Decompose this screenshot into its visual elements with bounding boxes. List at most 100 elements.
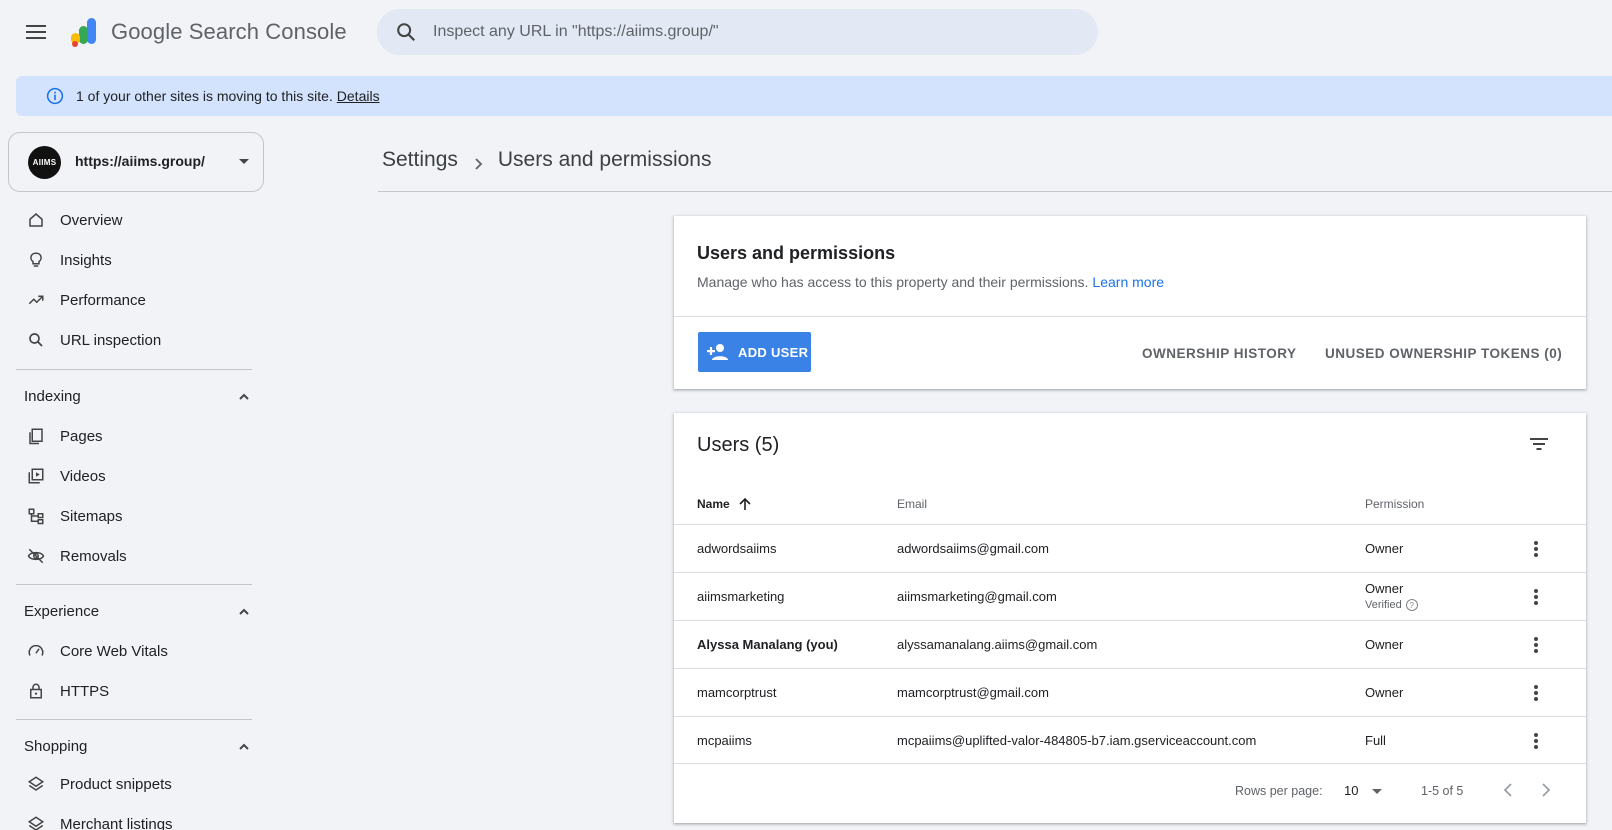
sidebar-item-overview[interactable]: Overview: [16, 202, 256, 238]
app-title-google: Google: [111, 19, 183, 44]
sidebar-item-insights[interactable]: Insights: [16, 242, 256, 278]
section-experience[interactable]: Experience: [16, 593, 256, 629]
user-permission: Owner: [1365, 685, 1404, 700]
card-divider: [674, 316, 1586, 317]
table-row: mamcorptrust mamcorptrust@gmail.com Owne…: [674, 668, 1586, 716]
video-library-icon: [26, 466, 46, 486]
column-header-permission[interactable]: Permission: [1365, 497, 1424, 511]
user-permission: Owner: [1365, 541, 1404, 556]
sidebar-item-sitemaps[interactable]: Sitemaps: [16, 498, 256, 534]
info-icon: [46, 87, 64, 105]
more-vert-icon[interactable]: [1524, 633, 1548, 657]
filter-icon[interactable]: [1526, 431, 1552, 457]
sidebar-item-removals[interactable]: Removals: [16, 538, 256, 574]
sidebar-item-label: Removals: [60, 547, 127, 565]
column-header-email[interactable]: Email: [897, 497, 927, 511]
user-name: adwordsaiims: [697, 541, 777, 556]
sidebar-item-url-inspection[interactable]: URL inspection: [16, 322, 256, 358]
chevron-up-icon: [238, 740, 250, 752]
dropdown-caret-icon[interactable]: [1372, 789, 1382, 794]
info-banner: 1 of your other sites is moving to this …: [16, 76, 1612, 116]
user-permission: Owner: [1365, 581, 1404, 596]
user-email: aiimsmarketing@gmail.com: [897, 589, 1057, 604]
verified-label: Verified: [1365, 599, 1402, 611]
unused-tokens-button[interactable]: UNUSED OWNERSHIP TOKENS (0): [1325, 346, 1562, 361]
chevron-up-icon: [238, 390, 250, 402]
ownership-history-button[interactable]: OWNERSHIP HISTORY: [1142, 346, 1297, 361]
url-inspect-search[interactable]: [377, 9, 1098, 55]
user-name: aiimsmarketing: [697, 589, 785, 604]
card-title: Users and permissions: [697, 243, 896, 263]
add-user-button[interactable]: ADD USER: [698, 332, 811, 372]
user-permission: Full: [1365, 733, 1386, 748]
pages-icon: [26, 426, 46, 446]
home-icon: [26, 210, 46, 230]
sidebar-item-pages[interactable]: Pages: [16, 418, 256, 454]
card-description-text: Manage who has access to this property a…: [697, 274, 1089, 290]
table-pagination: Rows per page: 10 1-5 of 5: [674, 763, 1586, 811]
more-vert-icon[interactable]: [1524, 537, 1548, 561]
users-card: Users (5) Name Email Permission adwordsa…: [674, 413, 1586, 823]
sidebar-item-label: Pages: [60, 427, 103, 445]
more-vert-icon[interactable]: [1524, 729, 1548, 753]
user-permission: Owner: [1365, 637, 1404, 652]
rows-per-page-label: Rows per page:: [1235, 784, 1323, 798]
sidebar-item-label: Sitemaps: [60, 507, 123, 525]
sidebar-item-product-snippets[interactable]: Product snippets: [16, 766, 256, 802]
hamburger-menu-icon[interactable]: [22, 18, 50, 46]
section-label: Indexing: [24, 387, 81, 405]
sidebar-item-label: Overview: [60, 211, 123, 229]
help-icon[interactable]: ?: [1405, 599, 1418, 611]
visibility-off-icon: [26, 546, 46, 566]
section-label: Shopping: [24, 737, 88, 755]
column-name-label: Name: [697, 497, 730, 511]
more-vert-icon[interactable]: [1524, 585, 1548, 609]
chevron-right-icon[interactable]: [1534, 778, 1558, 802]
arrow-up-icon: [738, 497, 752, 511]
chevron-right-icon: [472, 153, 486, 170]
app-title: Google Search Console: [111, 19, 347, 45]
section-indexing[interactable]: Indexing: [16, 378, 256, 414]
sidebar-item-label: URL inspection: [60, 331, 162, 349]
sidebar-item-videos[interactable]: Videos: [16, 458, 256, 494]
banner-text: 1 of your other sites is moving to this …: [76, 88, 333, 104]
sidebar-item-https[interactable]: HTTPS: [16, 673, 256, 709]
person-add-icon: [706, 340, 730, 364]
section-label: Experience: [24, 602, 100, 620]
dropdown-caret-icon: [239, 159, 249, 164]
banner-details-link[interactable]: Details: [337, 88, 380, 104]
search-icon: [26, 330, 46, 350]
sitemap-icon: [26, 506, 46, 526]
sidebar-item-label: Videos: [60, 467, 106, 485]
breadcrumb-divider: [378, 191, 1612, 192]
sidebar-item-label: HTTPS: [60, 682, 110, 700]
search-console-logo: [68, 16, 100, 48]
chevron-up-icon: [238, 605, 250, 617]
sidebar-item-label: Performance: [60, 291, 146, 309]
trending-up-icon: [26, 290, 46, 310]
table-row: aiimsmarketing aiimsmarketing@gmail.com …: [674, 572, 1586, 620]
user-name: mamcorptrust: [697, 685, 777, 700]
breadcrumb-settings[interactable]: Settings: [382, 148, 458, 172]
page-range: 1-5 of 5: [1421, 784, 1464, 798]
rows-per-page-select[interactable]: 10: [1344, 783, 1358, 798]
verified-status: Verified?: [1365, 599, 1418, 611]
chevron-left-icon[interactable]: [1496, 778, 1520, 802]
user-email: adwordsaiims@gmail.com: [897, 541, 1049, 556]
sidebar-item-label: Core Web Vitals: [60, 642, 168, 660]
property-selector[interactable]: AIIMS https://aiims.group/: [8, 132, 264, 192]
lock-icon: [26, 681, 46, 701]
sidebar-item-performance[interactable]: Performance: [16, 282, 256, 318]
learn-more-link[interactable]: Learn more: [1092, 274, 1164, 290]
sidebar-item-merchant-listings[interactable]: Merchant listings: [16, 806, 256, 830]
table-row: Alyssa Manalang (you) alyssamanalang.aii…: [674, 620, 1586, 668]
column-header-name[interactable]: Name: [697, 497, 752, 511]
section-shopping[interactable]: Shopping: [16, 728, 256, 764]
more-vert-icon[interactable]: [1524, 681, 1548, 705]
permissions-card: Users and permissions Manage who has acc…: [674, 216, 1586, 389]
users-title: Users (5): [697, 434, 780, 456]
search-input[interactable]: [433, 9, 1073, 55]
sidebar-divider: [16, 369, 252, 370]
sidebar-item-core-web-vitals[interactable]: Core Web Vitals: [16, 633, 256, 669]
sidebar-item-label: Product snippets: [60, 775, 172, 793]
